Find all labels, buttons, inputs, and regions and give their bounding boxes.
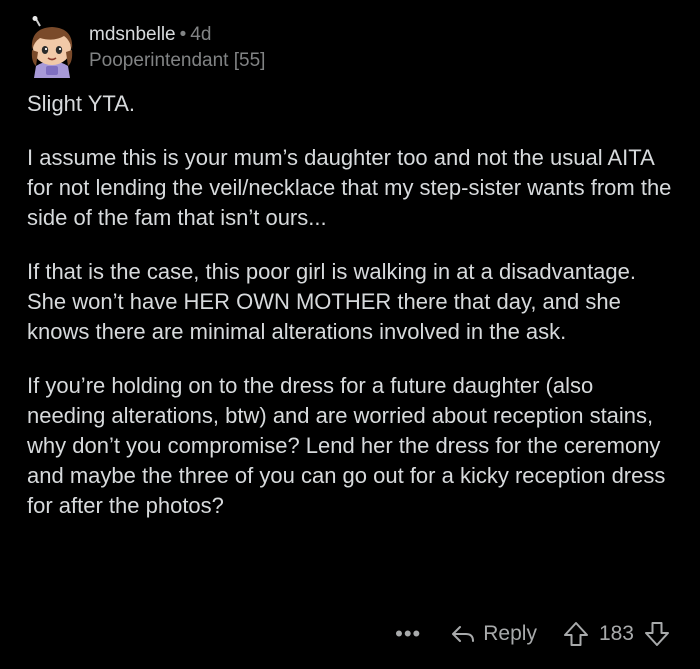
username[interactable]: mdsnbelle bbox=[89, 24, 176, 45]
separator-dot: • bbox=[179, 24, 187, 45]
vote-controls: 183 bbox=[563, 621, 670, 647]
comment-actions: ••• Reply 183 bbox=[395, 617, 670, 651]
avatar[interactable] bbox=[24, 16, 80, 78]
comment-meta: mdsnbelle • 4d Pooperintendant [55] bbox=[89, 22, 265, 74]
comment-paragraph: I assume this is your mum’s daughter too… bbox=[27, 145, 672, 230]
comment-header: mdsnbelle • 4d bbox=[89, 22, 265, 48]
comment-age: 4d bbox=[190, 24, 212, 45]
downvote-arrow-icon[interactable] bbox=[644, 621, 670, 647]
reply-arrow-icon bbox=[452, 626, 475, 642]
comment-paragraph: Slight YTA. bbox=[27, 91, 136, 116]
more-options-button[interactable]: ••• bbox=[395, 621, 421, 647]
user-flair: Pooperintendant [55] bbox=[89, 50, 266, 71]
user-avatar-icon bbox=[31, 16, 73, 78]
comment-paragraph: If that is the case, this poor girl is w… bbox=[27, 259, 636, 344]
vote-score: 183 bbox=[598, 622, 634, 645]
upvote-arrow-icon[interactable] bbox=[563, 621, 589, 647]
comment-paragraph: If you’re holding on to the dress for a … bbox=[27, 373, 666, 518]
reply-label: Reply bbox=[483, 622, 537, 645]
reply-button[interactable]: Reply bbox=[451, 622, 537, 646]
comment-body: Slight YTA. I assume this is your mum’s … bbox=[27, 89, 677, 545]
